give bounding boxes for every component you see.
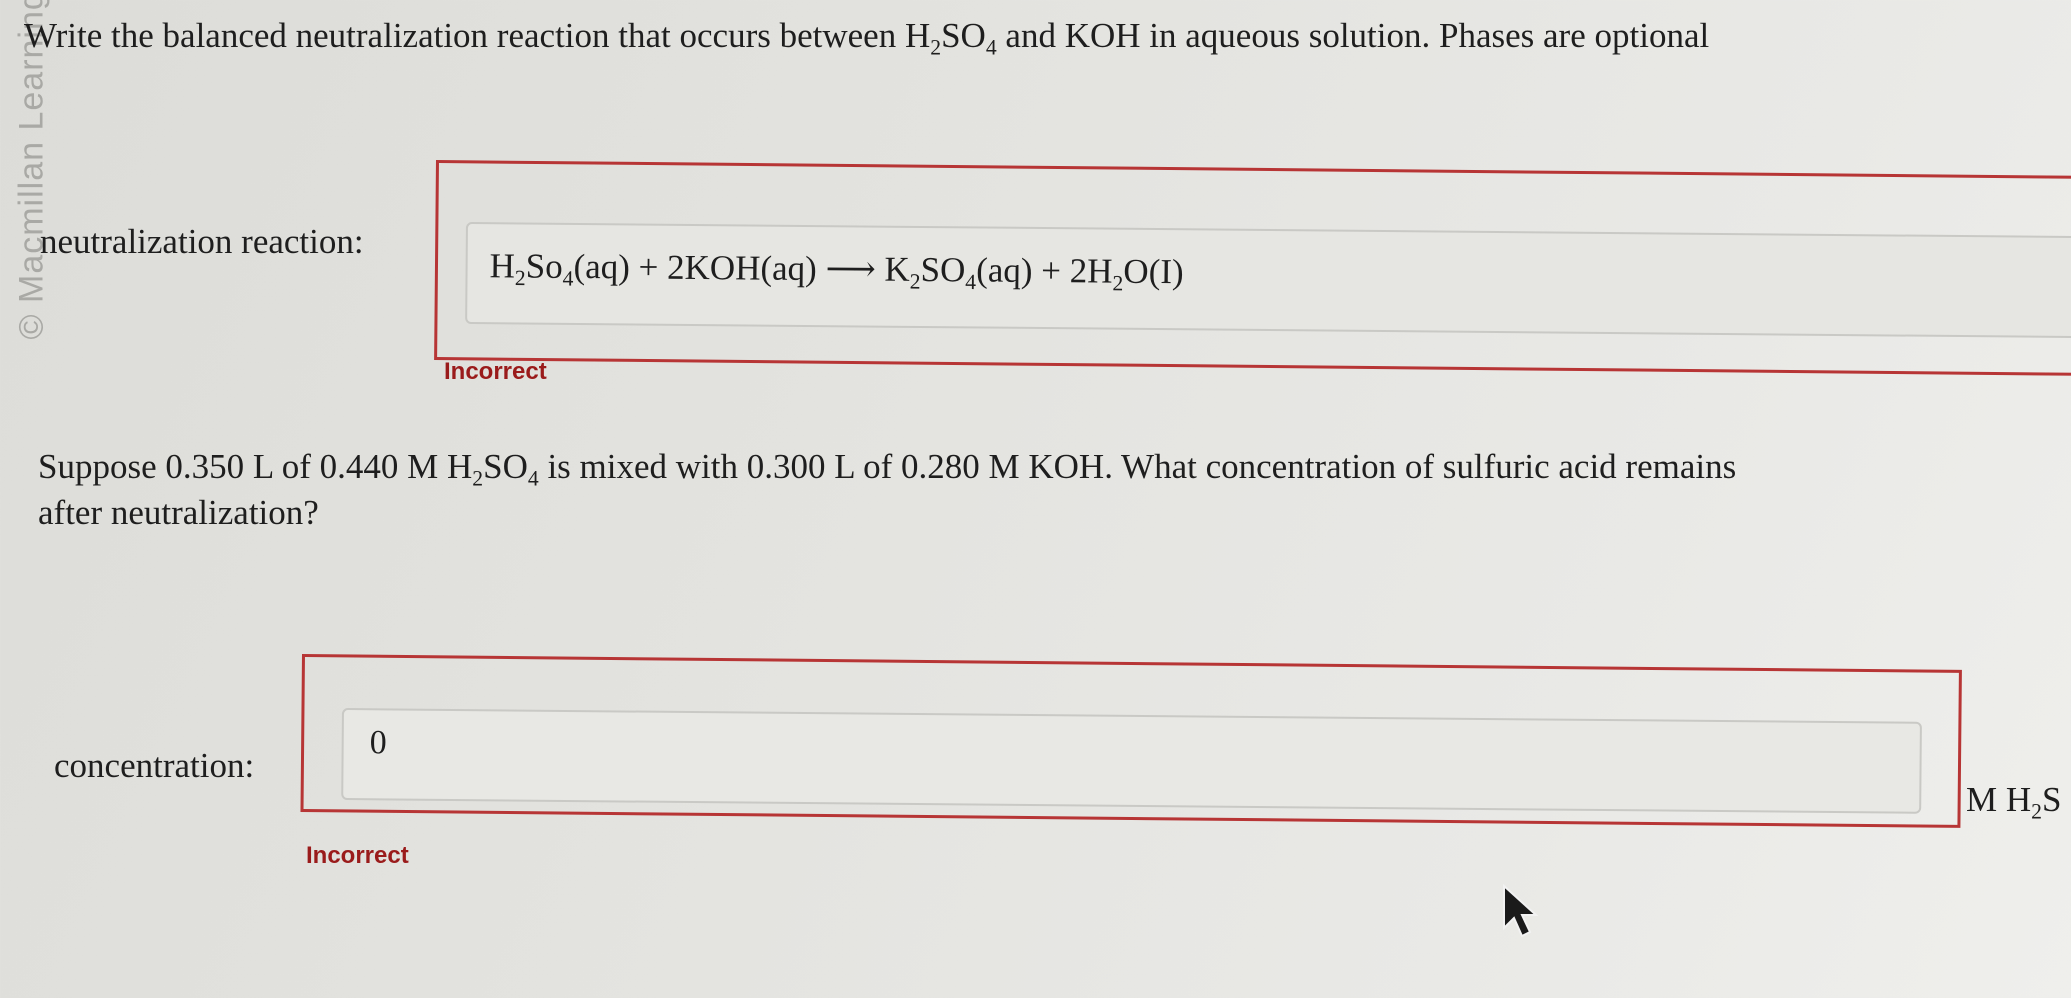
q1-acid-so: SO [941,16,986,55]
reaction-sub-5: 2 [1112,271,1124,296]
watermark-text: © Macmillan Learning [12,0,51,340]
concentration-input[interactable]: 0 [341,708,1922,814]
q1-text-before: Write the balanced neutralization reacti… [24,16,905,55]
q1-acid-h: H [904,16,931,55]
concentration-unit: M H2S [1966,780,2062,822]
unit-text-a: M H [1966,780,2032,819]
mouse-cursor-icon [1503,884,1539,938]
reaction-part-4: SO [920,249,966,290]
concentration-feedback: Incorrect [306,842,409,869]
unit-sub: 2 [2031,799,2042,824]
q2-text-so: SO [483,447,528,486]
q1-acid-sub-2: 2 [930,35,942,60]
reaction-part-6: O(I) [1123,251,1184,292]
reaction-part-5: (aq) + 2H [976,250,1113,291]
reaction-sub-1: 2 [514,266,526,291]
q2-text-c: is mixed with 0.300 L of 0.280 M KOH. Wh… [538,447,1737,486]
q2-text-a: Suppose 0.350 L of 0.440 M H [38,447,473,486]
reaction-sub-4: 4 [965,269,977,295]
reaction-part-2: So [525,246,563,286]
reaction-part-1: H [489,246,516,286]
reaction-feedback: Incorrect [444,358,547,385]
question-2-prompt: Suppose 0.350 L of 0.440 M H2SO4 is mixe… [38,438,2071,542]
q1-acid-sub-4: 4 [985,35,997,60]
q1-text-after: and KOH in aqueous solution. Phases are … [996,16,1710,55]
reaction-sub-3: 2 [909,269,921,294]
reaction-input-value: H2So4(aq) + 2KOH(aq) ⟶ K2SO4(aq) + 2H2O(… [489,246,1184,296]
reaction-part-3: (aq) + 2KOH(aq) ⟶ K [573,246,910,289]
unit-text-b: S [2042,780,2062,819]
q2-sub-4: 4 [527,466,539,491]
concentration-input-value: 0 [369,724,387,762]
reaction-label: neutralization reaction: [40,222,364,261]
q2-sub-2: 2 [472,466,484,491]
reaction-input[interactable]: H2So4(aq) + 2KOH(aq) ⟶ K2SO4(aq) + 2H2O(… [465,222,2071,339]
reaction-sub-2: 4 [562,266,574,291]
question-1-prompt: Write the balanced neutralization reacti… [24,14,2071,58]
concentration-label: concentration: [54,746,255,785]
